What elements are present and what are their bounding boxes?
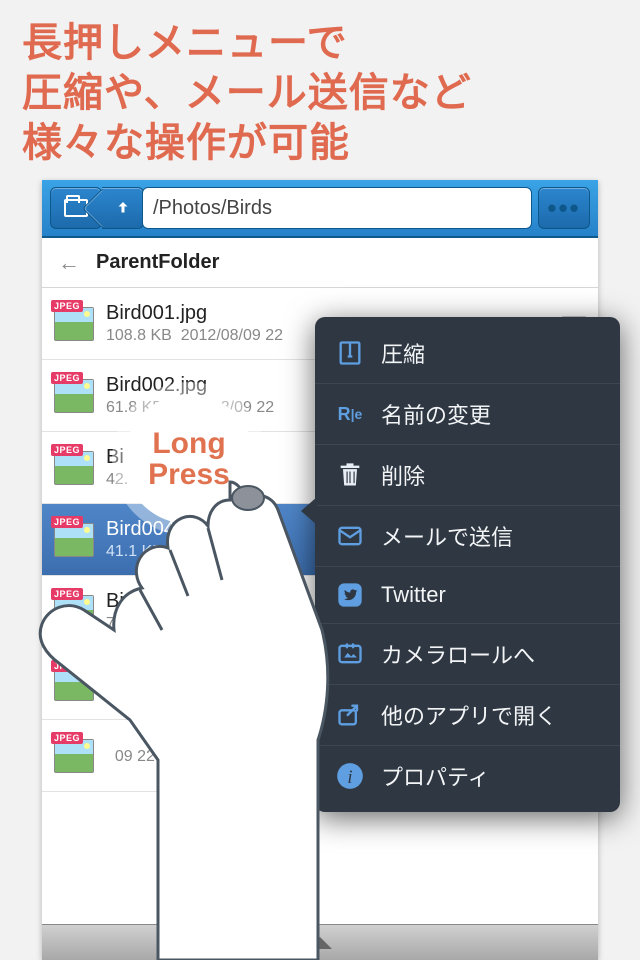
context-menu: 圧縮 R|e 名前の変更 削除 メールで送信 Twitter カメラロールへ 他の… bbox=[315, 317, 620, 812]
footer-bar[interactable] bbox=[42, 924, 598, 960]
menu-label: 圧縮 bbox=[381, 337, 425, 369]
menu-cameraroll[interactable]: カメラロールへ bbox=[315, 623, 620, 684]
parent-folder-row[interactable]: ← ParentFolder bbox=[42, 238, 598, 288]
longpress-callout: Long Press bbox=[124, 394, 254, 524]
menu-openin[interactable]: 他のアプリで開く bbox=[315, 684, 620, 745]
jpeg-thumb-icon: JPEG bbox=[54, 379, 94, 413]
callout-l1: Long bbox=[152, 428, 225, 460]
rename-icon: R|e bbox=[335, 400, 365, 428]
open-in-icon bbox=[335, 701, 365, 729]
menu-label: 削除 bbox=[381, 459, 425, 491]
trash-icon bbox=[335, 461, 365, 489]
menu-compress[interactable]: 圧縮 bbox=[315, 323, 620, 383]
headline-l3: 様々な操作が可能 bbox=[22, 121, 350, 165]
jpeg-thumb-icon: JPEG bbox=[54, 451, 94, 485]
jpeg-badge: JPEG bbox=[51, 444, 83, 456]
compress-icon bbox=[335, 339, 365, 367]
dots-icon: ••• bbox=[547, 193, 580, 224]
menu-rename[interactable]: R|e 名前の変更 bbox=[315, 383, 620, 444]
menu-delete[interactable]: 削除 bbox=[315, 444, 620, 505]
path-up-button[interactable] bbox=[102, 187, 144, 229]
jpeg-thumb-icon: JPEG bbox=[54, 307, 94, 341]
mail-icon bbox=[335, 522, 365, 550]
menu-properties[interactable]: i プロパティ bbox=[315, 745, 620, 806]
more-button[interactable]: ••• bbox=[538, 187, 590, 229]
jpeg-badge: JPEG bbox=[51, 300, 83, 312]
menu-label: 名前の変更 bbox=[381, 398, 491, 430]
menu-label: プロパティ bbox=[381, 760, 490, 792]
jpeg-thumb-icon: JPEG bbox=[54, 667, 94, 701]
expand-up-icon bbox=[308, 937, 332, 949]
up-arrow-icon bbox=[114, 199, 132, 217]
menu-label: Twitter bbox=[381, 582, 446, 608]
jpeg-badge: JPEG bbox=[51, 372, 83, 384]
headline-l1: 長押しメニューで bbox=[22, 21, 348, 65]
menu-label: メールで送信 bbox=[381, 520, 513, 552]
path-input[interactable]: /Photos/Birds bbox=[142, 187, 532, 229]
parent-folder-label: ParentFolder bbox=[96, 251, 219, 274]
menu-label: カメラロールへ bbox=[381, 638, 535, 670]
jpeg-badge: JPEG bbox=[51, 516, 83, 528]
menu-twitter[interactable]: Twitter bbox=[315, 566, 620, 623]
callout-l2: Press bbox=[148, 459, 230, 491]
info-icon: i bbox=[335, 762, 365, 790]
back-arrow-icon: ← bbox=[58, 250, 80, 276]
menu-label: 他のアプリで開く bbox=[381, 699, 557, 731]
jpeg-thumb-icon: JPEG bbox=[54, 595, 94, 629]
twitter-icon bbox=[335, 581, 365, 609]
headline-l2: 圧縮や、メール送信など bbox=[22, 71, 472, 115]
camera-roll-icon bbox=[335, 640, 365, 668]
jpeg-badge: JPEG bbox=[51, 660, 83, 672]
path-box: /Photos/Birds bbox=[108, 187, 532, 229]
jpeg-thumb-icon: JPEG bbox=[54, 739, 94, 773]
toolbar: /Photos/Birds ••• bbox=[42, 180, 598, 238]
svg-text:i: i bbox=[347, 767, 352, 788]
promo-headline: 長押しメニューで 圧縮や、メール送信など 様々な操作が可能 bbox=[22, 18, 472, 168]
menu-mail[interactable]: メールで送信 bbox=[315, 505, 620, 566]
jpeg-badge: JPEG bbox=[51, 732, 83, 744]
jpeg-badge: JPEG bbox=[51, 588, 83, 600]
jpeg-thumb-icon: JPEG bbox=[54, 523, 94, 557]
